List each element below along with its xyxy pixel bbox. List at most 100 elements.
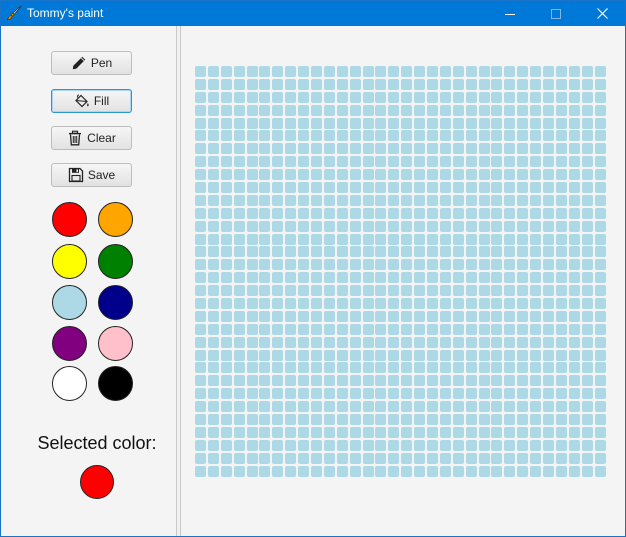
pixel-cell[interactable] — [272, 336, 284, 348]
color-swatch-darkblue[interactable] — [98, 285, 133, 320]
pixel-cell[interactable] — [388, 78, 400, 90]
pixel-cell[interactable] — [504, 375, 516, 387]
pixel-cell[interactable] — [220, 194, 232, 206]
pixel-cell[interactable] — [220, 426, 232, 438]
pixel-cell[interactable] — [272, 323, 284, 335]
pixel-cell[interactable] — [594, 233, 606, 245]
pixel-cell[interactable] — [362, 310, 374, 322]
pixel-cell[interactable] — [349, 207, 361, 219]
pixel-cell[interactable] — [581, 66, 593, 77]
pixel-cell[interactable] — [285, 323, 297, 335]
pixel-cell[interactable] — [298, 182, 310, 194]
pixel-cell[interactable] — [246, 143, 258, 155]
pixel-cell[interactable] — [504, 426, 516, 438]
pixel-cell[interactable] — [568, 362, 580, 374]
pixel-cell[interactable] — [401, 388, 413, 400]
pixel-cell[interactable] — [375, 66, 387, 77]
pixel-cell[interactable] — [259, 439, 271, 451]
pixel-cell[interactable] — [246, 117, 258, 129]
pixel-cell[interactable] — [195, 104, 206, 116]
pixel-cell[interactable] — [401, 182, 413, 194]
pixel-cell[interactable] — [530, 388, 542, 400]
pixel-cell[interactable] — [195, 285, 206, 297]
pixel-cell[interactable] — [272, 285, 284, 297]
pixel-cell[interactable] — [491, 233, 503, 245]
pixel-cell[interactable] — [323, 66, 335, 77]
pixel-cell[interactable] — [349, 117, 361, 129]
pixel-cell[interactable] — [285, 388, 297, 400]
pixel-cell[interactable] — [401, 207, 413, 219]
pixel-cell[interactable] — [285, 104, 297, 116]
pixel-cell[interactable] — [233, 349, 245, 361]
pixel-cell[interactable] — [207, 426, 219, 438]
pixel-cell[interactable] — [452, 169, 464, 181]
pixel-cell[interactable] — [543, 388, 555, 400]
pixel-cell[interactable] — [349, 426, 361, 438]
pixel-cell[interactable] — [568, 388, 580, 400]
pixel-cell[interactable] — [517, 91, 529, 103]
pixel-cell[interactable] — [311, 259, 323, 271]
pixel-cell[interactable] — [349, 375, 361, 387]
pixel-cell[interactable] — [439, 323, 451, 335]
pixel-cell[interactable] — [349, 401, 361, 413]
pixel-cell[interactable] — [517, 439, 529, 451]
pixel-cell[interactable] — [195, 91, 206, 103]
pixel-cell[interactable] — [555, 323, 567, 335]
pixel-cell[interactable] — [220, 246, 232, 258]
pixel-cell[interactable] — [414, 207, 426, 219]
pixel-cell[interactable] — [427, 117, 439, 129]
pixel-cell[interactable] — [465, 91, 477, 103]
pixel-cell[interactable] — [517, 388, 529, 400]
pixel-cell[interactable] — [336, 156, 348, 168]
pixel-cell[interactable] — [414, 439, 426, 451]
pixel-cell[interactable] — [439, 78, 451, 90]
pixel-cell[interactable] — [491, 426, 503, 438]
pixel-cell[interactable] — [298, 272, 310, 284]
pixel-cell[interactable] — [452, 117, 464, 129]
pixel-cell[interactable] — [452, 375, 464, 387]
pixel-cell[interactable] — [568, 207, 580, 219]
pixel-cell[interactable] — [401, 439, 413, 451]
pixel-cell[interactable] — [594, 143, 606, 155]
pixel-cell[interactable] — [543, 143, 555, 155]
pixel-cell[interactable] — [246, 207, 258, 219]
title-bar[interactable]: Tommy's paint — [1, 1, 625, 26]
pixel-cell[interactable] — [336, 220, 348, 232]
pixel-cell[interactable] — [362, 246, 374, 258]
pixel-cell[interactable] — [311, 375, 323, 387]
pixel-cell[interactable] — [323, 465, 335, 477]
pixel-cell[interactable] — [581, 169, 593, 181]
pixel-cell[interactable] — [491, 362, 503, 374]
pixel-cell[interactable] — [504, 336, 516, 348]
pixel-cell[interactable] — [439, 246, 451, 258]
pixel-cell[interactable] — [517, 169, 529, 181]
pixel-cell[interactable] — [581, 362, 593, 374]
pixel-cell[interactable] — [517, 375, 529, 387]
pixel-cell[interactable] — [543, 310, 555, 322]
pixel-cell[interactable] — [491, 130, 503, 142]
pixel-cell[interactable] — [207, 156, 219, 168]
pixel-cell[interactable] — [452, 246, 464, 258]
pixel-cell[interactable] — [375, 207, 387, 219]
pixel-cell[interactable] — [504, 91, 516, 103]
pixel-cell[interactable] — [349, 414, 361, 426]
pixel-cell[interactable] — [349, 130, 361, 142]
pixel-cell[interactable] — [272, 207, 284, 219]
pixel-cell[interactable] — [594, 259, 606, 271]
pixel-cell[interactable] — [272, 259, 284, 271]
pixel-cell[interactable] — [388, 169, 400, 181]
pixel-cell[interactable] — [323, 272, 335, 284]
pixel-cell[interactable] — [439, 452, 451, 464]
pixel-cell[interactable] — [517, 298, 529, 310]
pixel-cell[interactable] — [207, 272, 219, 284]
pixel-cell[interactable] — [233, 66, 245, 77]
pixel-cell[interactable] — [195, 401, 206, 413]
pixel-cell[interactable] — [220, 220, 232, 232]
pixel-cell[interactable] — [439, 259, 451, 271]
pixel-cell[interactable] — [259, 143, 271, 155]
pixel-cell[interactable] — [504, 220, 516, 232]
pixel-cell[interactable] — [452, 452, 464, 464]
pixel-cell[interactable] — [594, 388, 606, 400]
pixel-cell[interactable] — [336, 104, 348, 116]
pixel-cell[interactable] — [220, 375, 232, 387]
